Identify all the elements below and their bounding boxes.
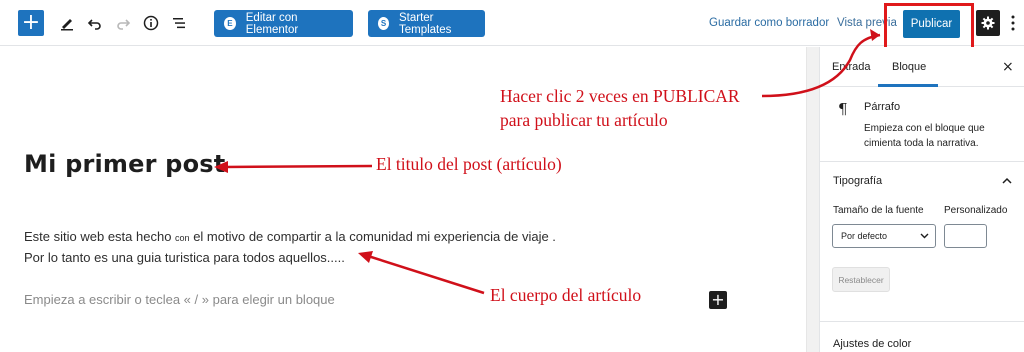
redo-icon[interactable] bbox=[110, 10, 136, 36]
chevron-up-icon[interactable] bbox=[1002, 177, 1012, 185]
info-icon[interactable] bbox=[138, 10, 164, 36]
paragraph-text: Este sitio web esta hecho bbox=[24, 229, 172, 244]
starter-templates-label: Starter Templates bbox=[398, 11, 452, 36]
chevron-down-icon bbox=[920, 233, 929, 239]
undo-icon[interactable] bbox=[82, 10, 108, 36]
block-inserter-button[interactable]: + bbox=[709, 291, 727, 309]
sidebar-tabs: Entrada Bloque × bbox=[820, 47, 1024, 87]
list-view-icon[interactable] bbox=[166, 10, 192, 36]
font-size-select[interactable]: Por defecto bbox=[832, 224, 936, 248]
post-title[interactable]: Mi primer post bbox=[24, 150, 225, 178]
elementor-icon: E bbox=[224, 17, 236, 30]
block-card: ¶ Párrafo Empieza con el bloque que cimi… bbox=[820, 88, 1024, 162]
post-paragraph-line-2[interactable]: Por lo tanto es una guia turistica para … bbox=[24, 250, 345, 265]
starter-templates-icon: S bbox=[378, 17, 389, 30]
edit-with-elementor-button[interactable]: E Editar con Elementor bbox=[214, 10, 353, 37]
settings-gear-button[interactable] bbox=[976, 10, 1000, 36]
block-description: Empieza con el bloque que cimienta toda … bbox=[864, 123, 985, 149]
reset-button[interactable]: Restablecer bbox=[832, 267, 890, 292]
typography-panel-toggle[interactable]: Tipografía bbox=[833, 175, 882, 187]
starter-templates-button[interactable]: S Starter Templates bbox=[368, 10, 485, 37]
annotation-title: El titulo del post (artículo) bbox=[376, 154, 562, 174]
custom-size-label: Personalizado bbox=[944, 205, 1008, 216]
tab-entrada[interactable]: Entrada bbox=[832, 61, 871, 73]
pencil-icon[interactable] bbox=[54, 10, 80, 36]
gear-icon bbox=[981, 16, 995, 30]
tab-bloque[interactable]: Bloque bbox=[892, 61, 926, 73]
close-icon[interactable]: × bbox=[1002, 59, 1014, 75]
edit-with-elementor-label: Editar con Elementor bbox=[245, 11, 299, 36]
custom-font-size-input[interactable] bbox=[944, 224, 987, 248]
post-paragraph-line-1[interactable]: Este sitio web esta hecho con el motivo … bbox=[24, 229, 556, 244]
more-menu-icon[interactable] bbox=[1010, 13, 1016, 33]
paragraph-text-small: con bbox=[175, 233, 190, 243]
font-size-label: Tamaño de la fuente bbox=[833, 205, 924, 216]
editor-toolbar: + E Editar con Elementor S Starter Templat… bbox=[0, 0, 1024, 46]
annotation-publish-line-1: Hacer clic 2 veces en PUBLICAR bbox=[500, 86, 740, 106]
publish-highlight-box bbox=[884, 3, 974, 50]
settings-sidebar: Entrada Bloque × ¶ Párrafo Empieza con e… bbox=[819, 47, 1024, 352]
block-name: Párrafo bbox=[864, 101, 901, 113]
color-settings-panel-toggle[interactable]: Ajustes de color bbox=[833, 338, 911, 350]
add-block-button[interactable]: + bbox=[18, 10, 44, 36]
active-tab-indicator bbox=[878, 84, 938, 87]
editor-scrollbar[interactable] bbox=[806, 47, 819, 352]
block-placeholder[interactable]: Empieza a escribir o teclea « / » para e… bbox=[24, 292, 335, 307]
annotation-publish-line-2: para publicar tu artículo bbox=[500, 110, 668, 130]
font-size-select-value: Por defecto bbox=[841, 231, 888, 241]
annotation-body: El cuerpo del artículo bbox=[490, 285, 642, 305]
save-draft-link[interactable]: Guardar como borrador bbox=[709, 17, 829, 29]
paragraph-icon: ¶ bbox=[838, 100, 848, 118]
paragraph-text: el motivo de compartir a la comunidad mi… bbox=[193, 229, 556, 244]
